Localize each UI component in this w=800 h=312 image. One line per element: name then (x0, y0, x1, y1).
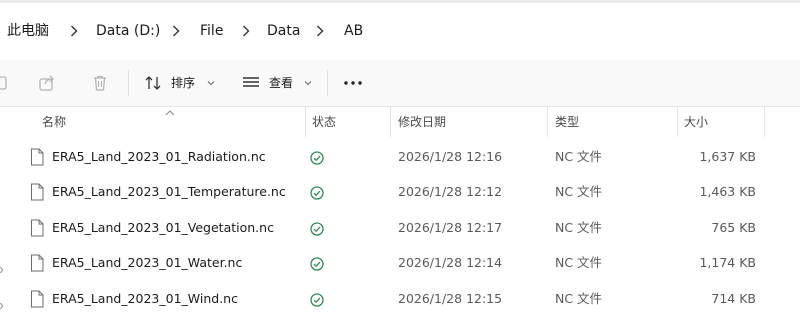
file-icon (29, 183, 45, 201)
file-row[interactable]: ERA5_Land_2023_01_Water.nc 2026/1/28 12:1… (0, 245, 800, 281)
command-separator (128, 70, 129, 96)
chevron-right-icon[interactable] (170, 21, 182, 41)
breadcrumb-file[interactable]: File (200, 20, 223, 42)
column-divider[interactable] (390, 107, 391, 137)
file-icon (29, 254, 45, 272)
file-date-modified: 2026/1/28 12:14 (398, 255, 503, 270)
file-size: 1,463 KB (699, 184, 756, 199)
file-type: NC 文件 (555, 255, 603, 270)
sort-button[interactable]: 排序 (171, 73, 195, 93)
command-bar: 排序 查看 (0, 60, 800, 107)
column-name[interactable]: 名称 (42, 112, 66, 132)
file-icon (29, 290, 45, 308)
copy-icon[interactable] (0, 72, 12, 94)
column-divider[interactable] (677, 107, 678, 137)
file-row[interactable]: ERA5_Land_2023_01_Wind.nc 2026/1/28 12:15… (0, 281, 800, 312)
file-size: 714 KB (711, 291, 756, 306)
chevron-right-icon[interactable] (240, 21, 252, 41)
chevron-down-icon[interactable] (200, 72, 222, 94)
chevron-right-icon[interactable] (68, 21, 80, 41)
file-type: NC 文件 (555, 149, 603, 164)
file-name[interactable]: ERA5_Land_2023_01_Water.nc (52, 245, 242, 281)
column-divider[interactable] (547, 107, 548, 137)
more-options-icon[interactable] (342, 72, 364, 94)
address-bar[interactable]: 此电脑 Data (D:) File Data AB (0, 0, 800, 60)
file-date-modified: 2026/1/28 12:17 (398, 220, 503, 235)
share-icon[interactable] (36, 72, 58, 94)
file-size: 1,174 KB (699, 255, 756, 270)
chevron-right-icon[interactable] (314, 21, 326, 41)
sync-ok-icon (310, 292, 324, 307)
file-type: NC 文件 (555, 220, 603, 235)
file-type: NC 文件 (555, 184, 603, 199)
delete-icon[interactable] (89, 72, 111, 94)
column-divider[interactable] (764, 107, 765, 137)
breadcrumb-drive[interactable]: Data (D:) (96, 20, 160, 42)
expand-caret-icon[interactable] (0, 295, 4, 310)
column-size[interactable]: 大小 (684, 112, 708, 132)
file-date-modified: 2026/1/28 12:15 (398, 291, 503, 306)
column-type[interactable]: 类型 (555, 112, 579, 132)
command-separator (327, 70, 328, 96)
sync-ok-icon (310, 150, 324, 165)
sync-ok-icon (310, 256, 324, 271)
file-row[interactable]: ERA5_Land_2023_01_Temperature.nc 2026/1/2… (0, 174, 800, 210)
expand-caret-icon[interactable] (0, 259, 4, 274)
file-name[interactable]: ERA5_Land_2023_01_Wind.nc (52, 281, 238, 312)
file-size: 1,637 KB (699, 149, 756, 164)
breadcrumb-this-pc[interactable]: 此电脑 (7, 20, 49, 42)
column-date-modified[interactable]: 修改日期 (398, 112, 446, 132)
file-name[interactable]: ERA5_Land_2023_01_Temperature.nc (52, 174, 286, 210)
file-date-modified: 2026/1/28 12:12 (398, 184, 503, 199)
breadcrumb-ab[interactable]: AB (344, 20, 363, 42)
file-name[interactable]: ERA5_Land_2023_01_Vegetation.nc (52, 210, 274, 246)
column-header: 名称 状态 修改日期 类型 大小 (0, 107, 800, 137)
chevron-down-icon[interactable] (297, 72, 319, 94)
file-icon (29, 148, 45, 166)
file-type: NC 文件 (555, 291, 603, 306)
view-icon[interactable] (240, 72, 262, 94)
column-status[interactable]: 状态 (312, 112, 336, 132)
file-icon (29, 219, 45, 237)
sort-icon[interactable] (143, 72, 165, 94)
address-bar-top-border (0, 0, 800, 3)
file-date-modified: 2026/1/28 12:16 (398, 149, 503, 164)
column-divider[interactable] (305, 107, 306, 137)
view-button[interactable]: 查看 (269, 73, 293, 93)
sync-ok-icon (310, 185, 324, 200)
file-row[interactable]: ERA5_Land_2023_01_Vegetation.nc 2026/1/28… (0, 210, 800, 246)
file-size: 765 KB (711, 220, 756, 235)
file-name[interactable]: ERA5_Land_2023_01_Radiation.nc (52, 139, 266, 175)
breadcrumb-data[interactable]: Data (267, 20, 300, 42)
sort-ascending-icon (164, 102, 176, 121)
sync-ok-icon (310, 221, 324, 236)
file-row[interactable]: ERA5_Land_2023_01_Radiation.nc 2026/1/28 … (0, 139, 800, 175)
